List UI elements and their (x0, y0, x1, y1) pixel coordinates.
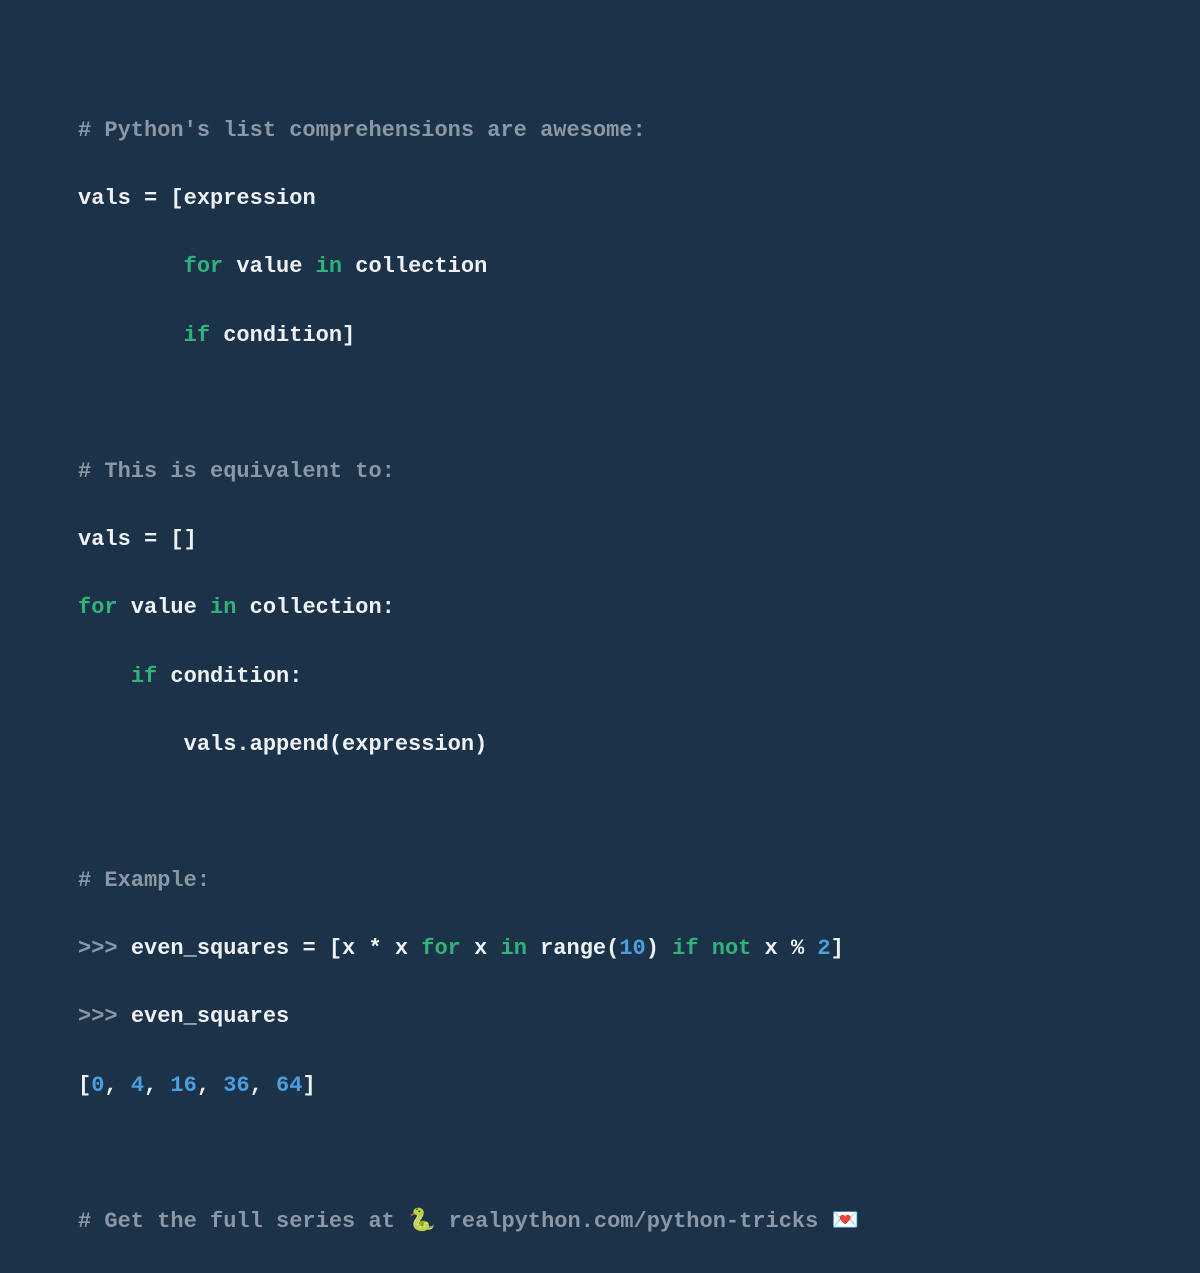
example-line-2: >>> even_squares (78, 1000, 1122, 1034)
heart-mail-icon: 💌 (832, 1209, 859, 1234)
equiv-line-3: if condition: (78, 660, 1122, 694)
comment-awesome: # Python's list comprehensions are aweso… (78, 114, 1122, 148)
comment-equiv: # This is equivalent to: (78, 455, 1122, 489)
blank-line (78, 387, 1122, 421)
repl-prompt: >>> (78, 936, 131, 961)
kw-in: in (501, 936, 527, 961)
kw-not: not (712, 936, 752, 961)
equiv-line-1: vals = [] (78, 523, 1122, 557)
output-value: 4 (131, 1073, 144, 1098)
snake-icon: 🐍 (408, 1209, 435, 1234)
int-literal: 10 (619, 936, 645, 961)
repl-prompt: >>> (78, 1004, 131, 1029)
blank-line (78, 796, 1122, 830)
output-value: 16 (170, 1073, 196, 1098)
listcomp-line-3: if condition] (78, 319, 1122, 353)
comment-example: # Example: (78, 864, 1122, 898)
kw-in: in (316, 254, 342, 279)
kw-if: if (672, 936, 698, 961)
kw-in: in (210, 595, 236, 620)
comment-text: # Get the full series at (78, 1209, 408, 1234)
kw-if: if (131, 664, 157, 689)
kw-if: if (184, 323, 210, 348)
output-value: 64 (276, 1073, 302, 1098)
kw-for: for (184, 254, 224, 279)
comment-footer: # Get the full series at 🐍 realpython.co… (78, 1205, 1122, 1239)
comment-text: # This is equivalent to: (78, 459, 395, 484)
listcomp-line-1: vals = [expression (78, 182, 1122, 216)
comment-text: # Python's list comprehensions are aweso… (78, 118, 646, 143)
output-value: 36 (223, 1073, 249, 1098)
comment-text: realpython.com/python-tricks (435, 1209, 831, 1234)
equiv-line-4: vals.append(expression) (78, 728, 1122, 762)
listcomp-line-2: for value in collection (78, 250, 1122, 284)
code-snippet: # Python's list comprehensions are aweso… (78, 80, 1122, 1273)
blank-line (78, 1137, 1122, 1171)
example-output: [0, 4, 16, 36, 64] (78, 1069, 1122, 1103)
comment-text: # Example: (78, 868, 210, 893)
kw-for: for (78, 595, 118, 620)
equiv-line-2: for value in collection: (78, 591, 1122, 625)
kw-for: for (421, 936, 461, 961)
int-literal: 2 (817, 936, 830, 961)
output-value: 0 (91, 1073, 104, 1098)
example-line-1: >>> even_squares = [x * x for x in range… (78, 932, 1122, 966)
